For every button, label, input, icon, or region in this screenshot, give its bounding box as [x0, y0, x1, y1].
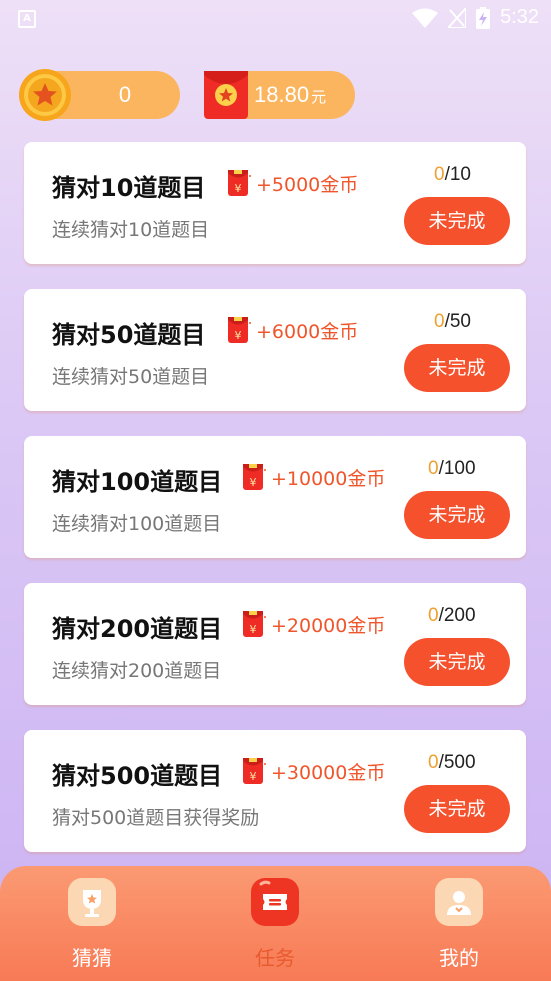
task-reward: ¥ +20000金币 — [241, 609, 385, 639]
task-description: 猜对500道题目获得奖励 — [52, 807, 260, 829]
nav-label: 猜猜 — [72, 946, 112, 970]
nav-item-tasks[interactable]: 任务 — [225, 878, 325, 971]
svg-text:¥: ¥ — [250, 476, 257, 489]
task-status-button[interactable]: 未完成 — [404, 638, 510, 686]
task-title: 猜对50道题目 — [52, 321, 206, 349]
task-progress: 0/500 — [428, 752, 476, 773]
coin-count: 0 — [118, 82, 132, 107]
task-reward: ¥ +5000金币 — [226, 168, 358, 198]
task-card: 猜对200道题目 ¥ +20000金币 连续猜对200道题目 0/200 未完成 — [24, 583, 526, 705]
task-reward: ¥ +6000金币 — [226, 315, 358, 345]
cash-amount: 18.80 元 — [254, 82, 327, 107]
battery-charging-icon — [476, 6, 491, 29]
red-packet-icon: ¥ — [243, 758, 266, 784]
task-card: 猜对10道题目 ¥ +5000金币 连续猜对10道题目 0/10 未完成 — [24, 142, 526, 264]
nav-item-mine[interactable]: 我的 — [409, 878, 509, 971]
task-description: 连续猜对50道题目 — [52, 366, 210, 388]
reward-amount: +10000金币 — [271, 467, 386, 490]
gold-coin-icon — [19, 69, 71, 121]
svg-text:¥: ¥ — [235, 329, 242, 342]
task-card: 猜对50道题目 ¥ +6000金币 连续猜对50道题目 0/50 未完成 — [24, 289, 526, 411]
status-bar: A 5:32 — [0, 0, 551, 38]
task-progress: 0/10 — [434, 164, 471, 185]
task-progress: 0/100 — [428, 458, 476, 479]
app-notification-icon: A — [18, 10, 36, 28]
task-description: 连续猜对10道题目 — [52, 219, 210, 241]
clock: 5:32 — [500, 6, 539, 28]
task-title: 猜对100道题目 — [52, 468, 223, 496]
red-packet-icon: ¥ — [228, 317, 251, 343]
reward-amount: +6000金币 — [256, 320, 359, 343]
red-packet-icon: ¥ — [228, 170, 251, 196]
red-envelope-icon — [204, 71, 248, 119]
nav-item-guess[interactable]: 猜猜 — [42, 878, 142, 971]
nav-label: 任务 — [255, 946, 295, 970]
task-status-button[interactable]: 未完成 — [404, 344, 510, 392]
red-packet-icon: ¥ — [243, 611, 266, 637]
red-packet-icon: ¥ — [243, 464, 266, 490]
status-icons: 5:32 — [412, 6, 539, 29]
task-title: 猜对500道题目 — [52, 762, 223, 790]
task-list: 猜对10道题目 ¥ +5000金币 连续猜对10道题目 0/10 未完成 猜对5… — [24, 142, 526, 877]
task-status-button[interactable]: 未完成 — [404, 785, 510, 833]
svg-text:¥: ¥ — [250, 623, 257, 636]
task-reward: ¥ +10000金币 — [241, 462, 385, 492]
nav-label: 我的 — [439, 946, 479, 970]
task-title: 猜对200道题目 — [52, 615, 223, 643]
task-card: 猜对500道题目 ¥ +30000金币 猜对500道题目获得奖励 0/500 未… — [24, 730, 526, 852]
reward-amount: +30000金币 — [271, 761, 386, 784]
task-description: 连续猜对100道题目 — [52, 513, 222, 535]
task-status-button[interactable]: 未完成 — [404, 491, 510, 539]
task-status-button[interactable]: 未完成 — [404, 197, 510, 245]
user-icon — [435, 878, 483, 926]
task-progress: 0/50 — [434, 311, 471, 332]
task-title: 猜对10道题目 — [52, 174, 206, 202]
ticket-icon — [251, 878, 299, 926]
task-progress: 0/200 — [428, 605, 476, 626]
svg-text:¥: ¥ — [250, 770, 257, 783]
task-description: 连续猜对200道题目 — [52, 660, 222, 682]
reward-amount: +5000金币 — [256, 173, 359, 196]
no-signal-icon — [448, 7, 467, 28]
cash-balance[interactable]: 18.80 元 — [204, 71, 355, 119]
task-card: 猜对100道题目 ¥ +10000金币 连续猜对100道题目 0/100 未完成 — [24, 436, 526, 558]
task-reward: ¥ +30000金币 — [241, 756, 385, 786]
trophy-icon — [68, 878, 116, 926]
wifi-icon — [412, 8, 439, 28]
reward-amount: +20000金币 — [271, 614, 386, 637]
svg-text:¥: ¥ — [235, 182, 242, 195]
bottom-nav: 猜猜 任务 我的 — [0, 866, 551, 981]
coin-balance[interactable]: 0 — [19, 69, 180, 121]
